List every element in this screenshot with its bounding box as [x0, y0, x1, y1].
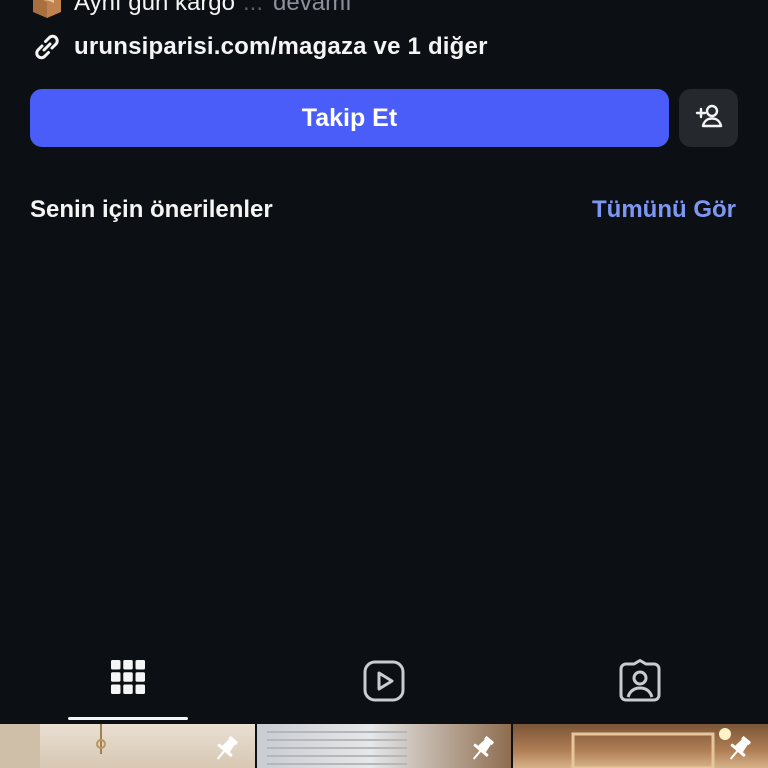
follow-button[interactable]: Takip Et: [30, 89, 669, 147]
link-icon: [30, 30, 64, 64]
post-image-chandelier: [0, 724, 106, 768]
bio-line-shipping: Aynı gün kargo ... devamı: [30, 0, 352, 20]
bio-ellipsis: ...: [243, 0, 264, 16]
bio-more-link[interactable]: devamı: [273, 0, 352, 17]
post-thumbnail[interactable]: [256, 724, 512, 768]
pin-icon: [473, 736, 495, 760]
pin-icon: [729, 736, 751, 760]
website-link-text[interactable]: urunsiparisi.com/magaza ve 1 diğer: [74, 33, 488, 61]
see-all-link[interactable]: Tümünü Gör: [592, 196, 736, 224]
posts-grid: [0, 724, 768, 768]
tab-tagged[interactable]: [580, 655, 700, 723]
add-user-icon: [694, 101, 724, 136]
post-thumbnail[interactable]: [513, 724, 768, 768]
add-user-button[interactable]: [679, 89, 738, 147]
active-tab-indicator: [68, 717, 188, 720]
suggestions-title: Senin için önerilenler: [30, 196, 273, 223]
tagged-icon: [618, 659, 662, 708]
reels-icon: [362, 659, 406, 708]
bio-website-link[interactable]: urunsiparisi.com/magaza ve 1 diğer: [30, 30, 488, 64]
package-icon: [30, 0, 64, 20]
post-thumbnail[interactable]: [0, 724, 255, 768]
grid-icon: [110, 659, 146, 700]
bio-shipping-text: Aynı gün kargo: [74, 0, 236, 16]
tab-posts-grid[interactable]: [68, 655, 188, 723]
tab-reels[interactable]: [324, 655, 444, 723]
profile-tabs: [0, 655, 768, 723]
